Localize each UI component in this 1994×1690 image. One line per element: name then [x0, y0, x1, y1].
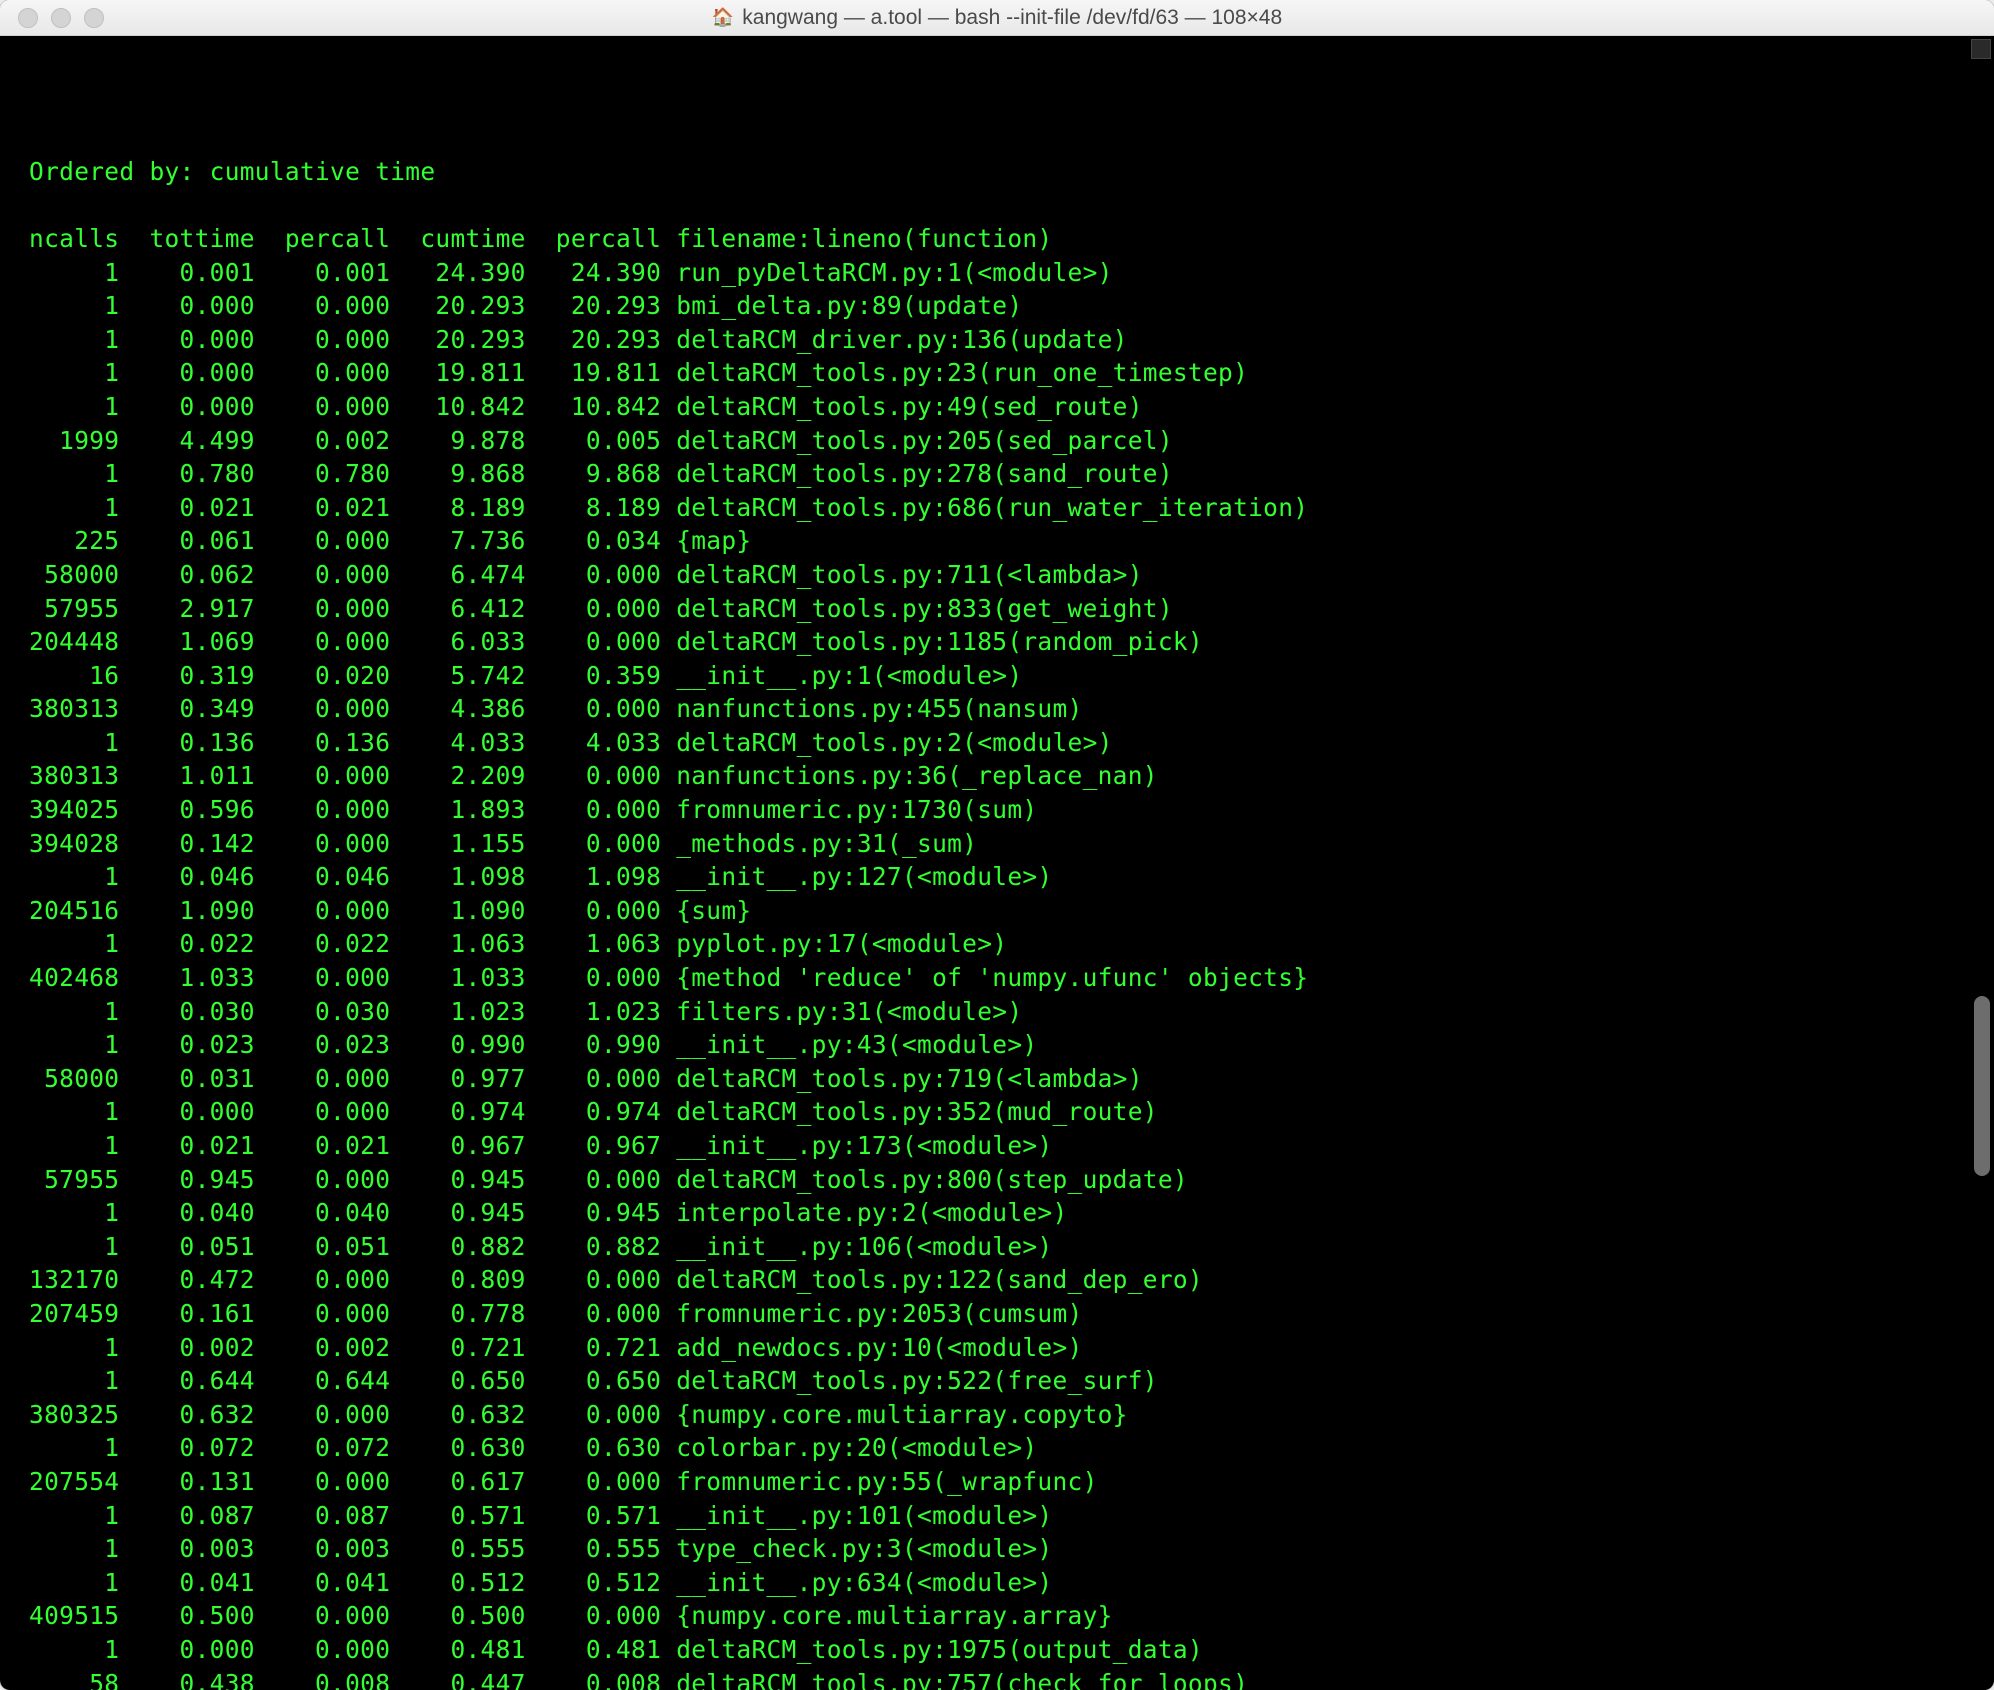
home-icon: 🏠	[712, 7, 734, 28]
scrollbar-thumb[interactable]	[1974, 996, 1990, 1176]
terminal-line: 16 0.319 0.020 5.742 0.359 __init__.py:1…	[14, 659, 1994, 693]
terminal-line: 1 0.072 0.072 0.630 0.630 colorbar.py:20…	[14, 1431, 1994, 1465]
terminal-line: 1 0.023 0.023 0.990 0.990 __init__.py:43…	[14, 1028, 1994, 1062]
traffic-lights	[0, 8, 104, 28]
terminal-line: 57955 0.945 0.000 0.945 0.000 deltaRCM_t…	[14, 1163, 1994, 1197]
terminal-line: 1 0.000 0.000 10.842 10.842 deltaRCM_too…	[14, 390, 1994, 424]
titlebar[interactable]: 🏠 kangwang — a.tool — bash --init-file /…	[0, 0, 1994, 36]
terminal-line: 402468 1.033 0.000 1.033 0.000 {method '…	[14, 961, 1994, 995]
terminal-line: 1 0.136 0.136 4.033 4.033 deltaRCM_tools…	[14, 726, 1994, 760]
close-button[interactable]	[18, 8, 38, 28]
terminal-line: 1 0.022 0.022 1.063 1.063 pyplot.py:17(<…	[14, 927, 1994, 961]
terminal-line: 1 0.040 0.040 0.945 0.945 interpolate.py…	[14, 1196, 1994, 1230]
terminal-line: 1 0.000 0.000 20.293 20.293 bmi_delta.py…	[14, 289, 1994, 323]
terminal-window: 🏠 kangwang — a.tool — bash --init-file /…	[0, 0, 1994, 1690]
terminal-line: 1999 4.499 0.002 9.878 0.005 deltaRCM_to…	[14, 424, 1994, 458]
terminal-line	[14, 188, 1994, 222]
terminal-line: 57955 2.917 0.000 6.412 0.000 deltaRCM_t…	[14, 592, 1994, 626]
terminal-line: 58 0.438 0.008 0.447 0.008 deltaRCM_tool…	[14, 1667, 1994, 1690]
terminal-line: 58000 0.062 0.000 6.474 0.000 deltaRCM_t…	[14, 558, 1994, 592]
terminal-line: 1 0.087 0.087 0.571 0.571 __init__.py:10…	[14, 1499, 1994, 1533]
terminal-line: 1 0.046 0.046 1.098 1.098 __init__.py:12…	[14, 860, 1994, 894]
terminal-line: 1 0.021 0.021 0.967 0.967 __init__.py:17…	[14, 1129, 1994, 1163]
terminal-line: 1 0.000 0.000 19.811 19.811 deltaRCM_too…	[14, 356, 1994, 390]
window-title: kangwang — a.tool — bash --init-file /de…	[742, 6, 1282, 30]
terminal-line: 1 0.041 0.041 0.512 0.512 __init__.py:63…	[14, 1566, 1994, 1600]
terminal-line: 1 0.003 0.003 0.555 0.555 type_check.py:…	[14, 1532, 1994, 1566]
minimize-button[interactable]	[51, 8, 71, 28]
terminal-line: 394028 0.142 0.000 1.155 0.000 _methods.…	[14, 827, 1994, 861]
terminal-line: 207459 0.161 0.000 0.778 0.000 fromnumer…	[14, 1297, 1994, 1331]
terminal-line: 380313 0.349 0.000 4.386 0.000 nanfuncti…	[14, 692, 1994, 726]
terminal-line: 1 0.030 0.030 1.023 1.023 filters.py:31(…	[14, 995, 1994, 1029]
terminal-line: 204516 1.090 0.000 1.090 0.000 {sum}	[14, 894, 1994, 928]
terminal-line: Ordered by: cumulative time	[14, 155, 1994, 189]
terminal-body[interactable]: Ordered by: cumulative time ncalls totti…	[0, 36, 1994, 1690]
terminal-line: 1 0.021 0.021 8.189 8.189 deltaRCM_tools…	[14, 491, 1994, 525]
terminal-line: 380313 1.011 0.000 2.209 0.000 nanfuncti…	[14, 759, 1994, 793]
terminal-line: 1 0.000 0.000 20.293 20.293 deltaRCM_dri…	[14, 323, 1994, 357]
terminal-line: 207554 0.131 0.000 0.617 0.000 fromnumer…	[14, 1465, 1994, 1499]
terminal-line: 1 0.001 0.001 24.390 24.390 run_pyDeltaR…	[14, 256, 1994, 290]
terminal-line: 380325 0.632 0.000 0.632 0.000 {numpy.co…	[14, 1398, 1994, 1432]
terminal-line: 1 0.002 0.002 0.721 0.721 add_newdocs.py…	[14, 1331, 1994, 1365]
terminal-line: 1 0.000 0.000 0.974 0.974 deltaRCM_tools…	[14, 1095, 1994, 1129]
terminal-line: 204448 1.069 0.000 6.033 0.000 deltaRCM_…	[14, 625, 1994, 659]
terminal-line: 1 0.780 0.780 9.868 9.868 deltaRCM_tools…	[14, 457, 1994, 491]
terminal-line: 1 0.051 0.051 0.882 0.882 __init__.py:10…	[14, 1230, 1994, 1264]
scrollbar-track[interactable]	[1968, 36, 1994, 1690]
terminal-line: 1 0.644 0.644 0.650 0.650 deltaRCM_tools…	[14, 1364, 1994, 1398]
terminal-line: 132170 0.472 0.000 0.809 0.000 deltaRCM_…	[14, 1263, 1994, 1297]
terminal-line: ncalls tottime percall cumtime percall f…	[14, 222, 1994, 256]
terminal-line: 409515 0.500 0.000 0.500 0.000 {numpy.co…	[14, 1599, 1994, 1633]
terminal-line: 225 0.061 0.000 7.736 0.034 {map}	[14, 524, 1994, 558]
terminal-line: 1 0.000 0.000 0.481 0.481 deltaRCM_tools…	[14, 1633, 1994, 1667]
zoom-button[interactable]	[84, 8, 104, 28]
scrollbar-corner	[1971, 39, 1991, 59]
terminal-line: 58000 0.031 0.000 0.977 0.000 deltaRCM_t…	[14, 1062, 1994, 1096]
terminal-line: 394025 0.596 0.000 1.893 0.000 fromnumer…	[14, 793, 1994, 827]
